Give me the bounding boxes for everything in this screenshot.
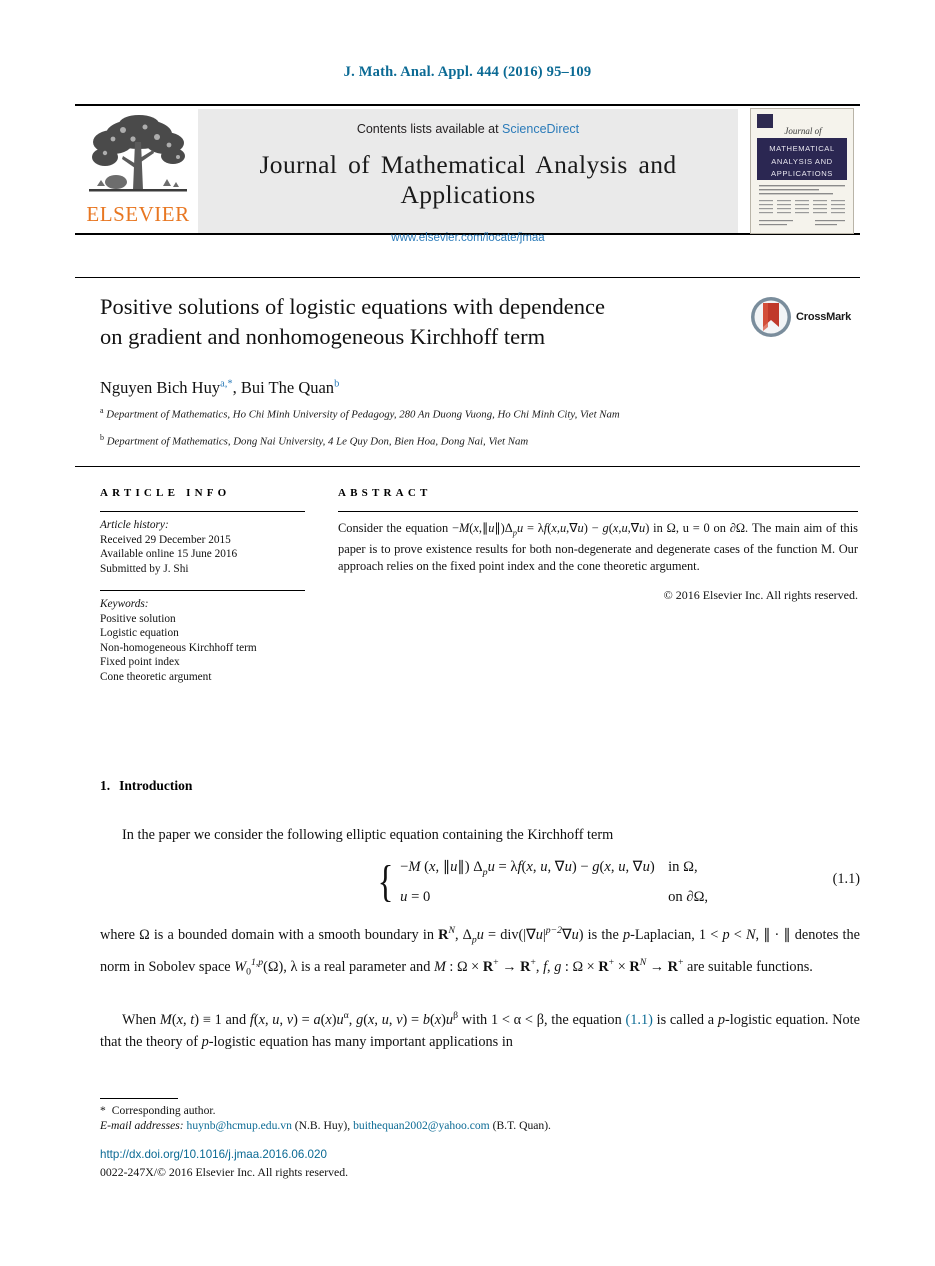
crossmark-label: CrossMark — [796, 311, 852, 323]
section-title: Introduction — [119, 778, 193, 793]
author-list: Nguyen Bich Huya,*, Bui The Quanb — [100, 378, 339, 398]
corresponding-author-text: Corresponding author. — [111, 1104, 216, 1117]
author-separator: , — [232, 378, 241, 397]
paragraph-where: where Ω is a bounded domain with a smoot… — [100, 925, 860, 978]
affiliation-text-b: Department of Mathematics, Dong Nai Univ… — [106, 435, 529, 448]
paragraph-intro: In the paper we consider the following e… — [122, 827, 614, 843]
equation-row-1-rhs: in Ω, — [668, 859, 698, 875]
abstract-heading: ABSTRACT — [338, 487, 432, 499]
asterisk-icon: * — [100, 1104, 106, 1117]
email-label: E-mail addresses: — [100, 1119, 184, 1132]
author-name-1: Nguyen Bich Huy — [100, 378, 221, 397]
contents-available-line: Contents lists available at ScienceDirec… — [198, 109, 738, 136]
history-item: Received 29 December 2015 — [100, 533, 231, 546]
history-item: Submitted by J. Shi — [100, 562, 189, 575]
journal-band: Contents lists available at ScienceDirec… — [198, 109, 738, 244]
email-owner-2: (B.T. Quan). — [492, 1119, 551, 1132]
elsevier-logo: ELSEVIER — [83, 112, 193, 230]
info-divider — [75, 466, 860, 467]
svg-text:Journal of: Journal of — [784, 126, 823, 136]
section-number: 1. — [100, 778, 111, 793]
contents-prefix: Contents lists available at — [356, 122, 499, 136]
sciencedirect-link[interactable]: ScienceDirect — [502, 122, 579, 136]
running-head: J. Math. Anal. Appl. 444 (2016) 95–109 — [343, 64, 592, 80]
affiliation-b: b Department of Mathematics, Dong Nai Un… — [100, 431, 820, 449]
svg-text:ANALYSIS AND: ANALYSIS AND — [771, 157, 833, 166]
equation-row-1: −M (x, ∥u∥) Δpu = λf(x, u, ∇u) − g(x, u,… — [400, 855, 708, 885]
keyword-item: Positive solution — [100, 612, 176, 625]
equation-brace: { — [377, 856, 394, 906]
paragraph-when: When M(x, t) ≡ 1 and f(x, u, v) = a(x)uα… — [100, 1010, 860, 1051]
affiliation-mark-b: b — [100, 433, 104, 442]
keyword-item: Logistic equation — [100, 627, 179, 640]
abstract-part-1: Consider the equation — [338, 521, 452, 535]
elsevier-wordmark: ELSEVIER — [86, 202, 190, 226]
equation-cross-reference[interactable]: (1.1) — [625, 1012, 652, 1028]
section-heading-introduction: 1. Introduction — [100, 778, 192, 794]
paper-page: J. Math. Anal. Appl. 444 (2016) 95–109 E… — [0, 0, 935, 1266]
keywords-block: Keywords: Positive solution Logistic equ… — [100, 597, 315, 685]
journal-cover-thumbnail: Journal of MATHEMATICAL ANALYSIS AND APP… — [750, 108, 854, 234]
article-history: Article history: Received 29 December 20… — [100, 518, 315, 576]
keyword-item: Fixed point index — [100, 656, 180, 669]
elsevier-tree-icon — [89, 115, 187, 192]
doi-link[interactable]: http://dx.doi.org/10.1016/j.jmaa.2016.06… — [100, 1148, 327, 1161]
journal-homepage-link[interactable]: www.elsevier.com/locate/jmaa — [198, 232, 738, 244]
journal-masthead: ELSEVIER Contents lists available at Sci… — [75, 104, 860, 244]
email-link-2[interactable]: buithequan2002@yahoo.com — [353, 1119, 490, 1132]
abstract-copyright: © 2016 Elsevier Inc. All rights reserved… — [663, 588, 858, 602]
email-link-1[interactable]: huynb@hcmup.edu.vn — [187, 1119, 292, 1132]
info-rule-top — [100, 511, 305, 512]
svg-text:APPLICATIONS: APPLICATIONS — [771, 169, 833, 178]
crossmark-badge[interactable]: CrossMark — [750, 296, 855, 340]
email-owner-1: (N.B. Huy), — [294, 1119, 351, 1132]
abstract-rule — [338, 511, 858, 512]
display-equation-1-1: { −M (x, ∥u∥) Δpu = λf(x, u, ∇u) − g(x, … — [100, 855, 860, 911]
affiliation-text-a: Department of Mathematics, Ho Chi Minh U… — [106, 408, 620, 421]
cover-artwork-icon: Journal of MATHEMATICAL ANALYSIS AND APP… — [751, 109, 853, 233]
article-info-heading: ARTICLE INFO — [100, 487, 231, 499]
title-line-2: on gradient and nonhomogeneous Kirchhoff… — [100, 324, 546, 349]
history-item: Available online 15 June 2016 — [100, 548, 238, 561]
affiliation-mark-a: a — [100, 406, 104, 415]
journal-title: Journal of Mathematical Analysis and App… — [259, 150, 677, 209]
author-marks-1[interactable]: a,* — [220, 379, 233, 390]
issn-copyright-line: 0022-247X/© 2016 Elsevier Inc. All right… — [100, 1165, 349, 1179]
equation-row-2: u = 0 on ∂Ω, — [400, 885, 708, 909]
email-addresses-note: E-mail addresses: huynb@hcmup.edu.vn (N.… — [100, 1118, 800, 1134]
svg-text:MATHEMATICAL: MATHEMATICAL — [769, 144, 835, 153]
title-line-1: Positive solutions of logistic equations… — [100, 294, 605, 319]
equation-content: { −M (x, ∥u∥) Δpu = λf(x, u, ∇u) − g(x, … — [375, 855, 708, 909]
history-label: Article history: — [100, 519, 169, 531]
equation-row-2-lhs: u = 0 — [400, 888, 431, 905]
keyword-item: Cone theoretic argument — [100, 670, 212, 683]
keyword-item: Non-homogeneous Kirchhoff term — [100, 641, 257, 654]
abstract-text: Consider the equation −M(x,∥u∥)Δpu = λf(… — [338, 520, 858, 574]
footnote-divider — [100, 1098, 178, 1099]
affiliation-a: a Department of Mathematics, Ho Chi Minh… — [100, 404, 820, 422]
title-divider — [75, 277, 860, 278]
keywords-label: Keywords: — [100, 598, 149, 610]
author-name-2: Bui The Quan — [240, 378, 335, 397]
equation-row-1-lhs: −M (x, ∥u∥) Δpu = λf(x, u, ∇u) − g(x, u,… — [400, 859, 655, 878]
info-rule-middle — [100, 590, 305, 591]
equation-number: (1.1) — [832, 871, 860, 887]
crossmark-icon — [751, 297, 791, 337]
equation-row-2-rhs: on ∂Ω, — [668, 888, 709, 905]
corresponding-author-note: * Corresponding author. — [100, 1103, 800, 1119]
abstract-equation: −M(x,∥u∥)Δpu = λf(x,u,∇u) − g(x,u,∇u) — [451, 521, 650, 538]
page-title: Positive solutions of logistic equations… — [100, 292, 720, 352]
author-marks-2[interactable]: b — [334, 379, 339, 390]
